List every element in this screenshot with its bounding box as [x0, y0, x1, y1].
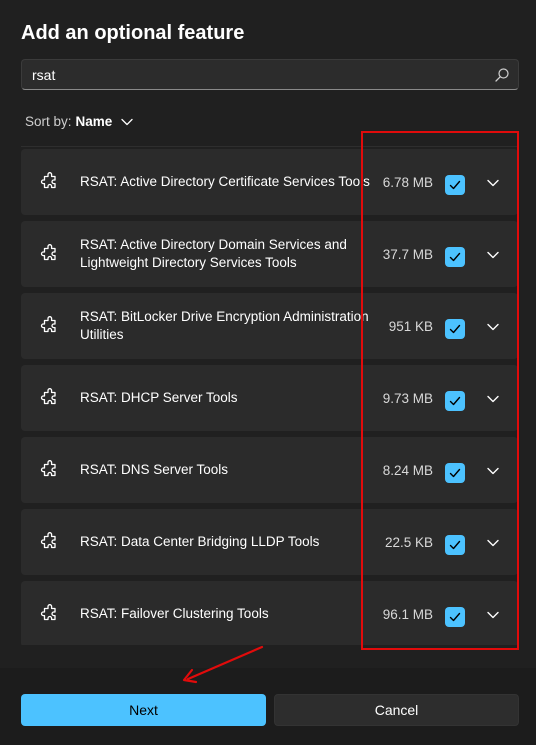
puzzle-piece-icon [40, 316, 56, 333]
dialog-title: Add an optional feature [21, 22, 245, 44]
puzzle-piece-icon [40, 532, 56, 549]
feature-name: RSAT: Active Directory Domain Services a… [80, 237, 347, 270]
feature-checkbox[interactable] [445, 391, 465, 411]
chevron-down-icon[interactable] [485, 607, 501, 623]
puzzle-piece-icon [40, 604, 56, 621]
feature-name: RSAT: BitLocker Drive Encryption Adminis… [80, 309, 369, 342]
feature-size: 6.78 MB [382, 174, 433, 190]
checkmark-icon [449, 540, 461, 550]
chevron-down-icon[interactable] [485, 391, 501, 407]
chevron-down-icon[interactable] [485, 535, 501, 551]
checkmark-icon [449, 468, 461, 478]
feature-size: 951 KB [388, 318, 433, 334]
chevron-down-icon[interactable] [485, 175, 501, 191]
feature-name: RSAT: Active Directory Certificate Servi… [80, 174, 370, 189]
feature-row-4[interactable]: RSAT: DHCP Server Tools 9.73 MB [21, 365, 518, 431]
chevron-down-icon[interactable] [485, 247, 501, 263]
chevron-down-icon [121, 118, 133, 125]
checkmark-icon [449, 180, 461, 190]
puzzle-piece-icon [40, 460, 56, 477]
sort-dropdown[interactable]: Sort by: Name [25, 114, 134, 129]
puzzle-piece-icon [40, 388, 56, 405]
chevron-down-icon[interactable] [485, 319, 501, 335]
feature-row-5[interactable]: RSAT: DNS Server Tools 8.24 MB [21, 437, 518, 503]
feature-size: 37.7 MB [382, 246, 433, 262]
feature-row-7[interactable]: RSAT: Failover Clustering Tools 96.1 MB [21, 581, 518, 645]
feature-checkbox[interactable] [445, 607, 465, 627]
feature-checkbox[interactable] [445, 247, 465, 267]
feature-checkbox[interactable] [445, 175, 465, 195]
feature-name: RSAT: DHCP Server Tools [80, 390, 238, 405]
feature-checkbox[interactable] [445, 319, 465, 339]
feature-checkbox[interactable] [445, 463, 465, 483]
feature-row-3[interactable]: RSAT: BitLocker Drive Encryption Adminis… [21, 293, 518, 359]
puzzle-piece-icon [40, 172, 56, 189]
next-button[interactable]: Next [21, 694, 266, 726]
search-icon[interactable] [494, 67, 510, 83]
checkmark-icon [449, 612, 461, 622]
feature-checkbox[interactable] [445, 535, 465, 555]
sort-label: Sort by: [25, 114, 72, 129]
search-input[interactable] [32, 60, 492, 89]
search-box[interactable] [21, 59, 519, 90]
feature-list[interactable]: RSAT: Active Directory Certificate Servi… [21, 146, 519, 645]
cancel-button[interactable]: Cancel [274, 694, 519, 726]
feature-size: 22.5 KB [384, 534, 433, 550]
checkmark-icon [449, 324, 461, 334]
feature-size: 8.24 MB [382, 462, 433, 478]
feature-size: 9.73 MB [382, 390, 433, 406]
sort-value: Name [75, 114, 113, 129]
feature-row-6[interactable]: RSAT: Data Center Bridging LLDP Tools 22… [21, 509, 518, 575]
feature-name: RSAT: Data Center Bridging LLDP Tools [80, 534, 320, 549]
puzzle-piece-icon [40, 244, 56, 261]
feature-size: 96.1 MB [382, 606, 433, 622]
feature-row-1[interactable]: RSAT: Active Directory Certificate Servi… [21, 149, 518, 215]
feature-name: RSAT: Failover Clustering Tools [80, 606, 269, 621]
add-optional-feature-dialog: Add an optional feature Sort by: Name RS… [0, 0, 536, 745]
feature-row-2[interactable]: RSAT: Active Directory Domain Services a… [21, 221, 518, 287]
checkmark-icon [449, 396, 461, 406]
feature-name: RSAT: DNS Server Tools [80, 462, 229, 477]
checkmark-icon [449, 252, 461, 262]
chevron-down-icon[interactable] [485, 463, 501, 479]
